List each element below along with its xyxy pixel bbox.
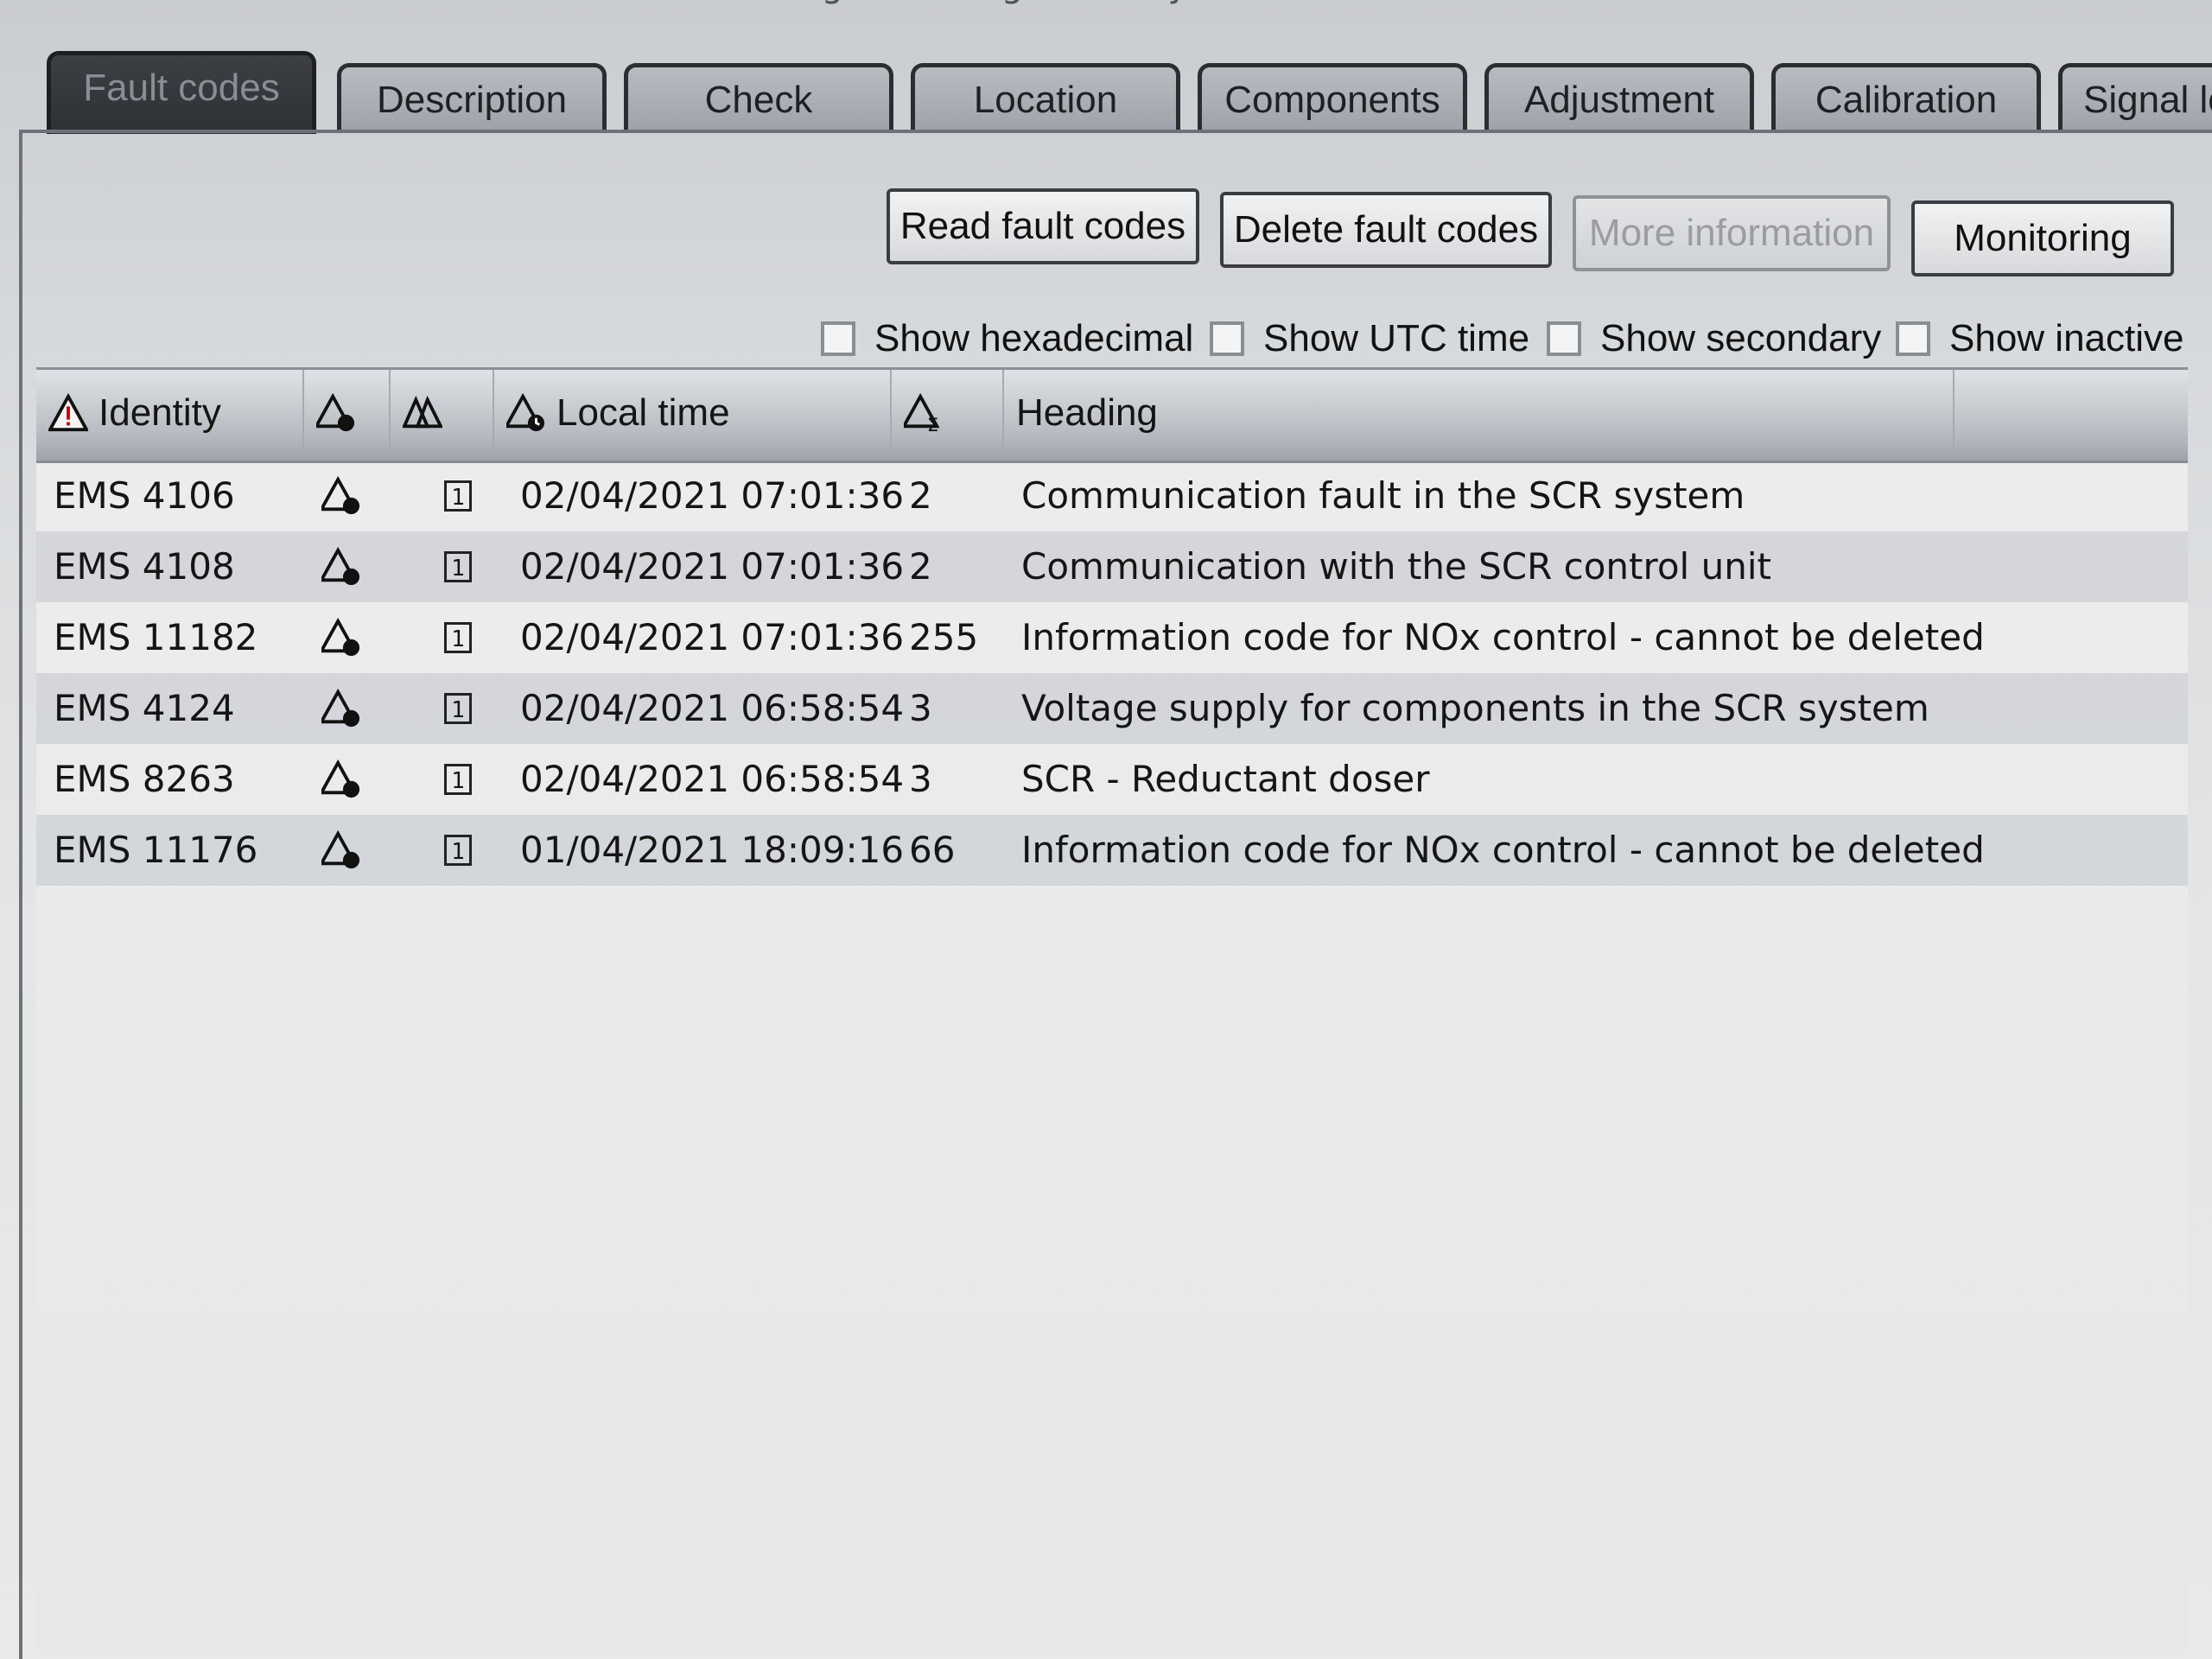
column-header-count[interactable]: Σ: [892, 370, 1004, 456]
tab-adjustment[interactable]: Adjustment: [1484, 63, 1754, 130]
table-row[interactable]: EMS 4108 1 02/04/2021 07:01:36 2 Communi…: [36, 531, 2188, 602]
more-information-button[interactable]: More information: [1573, 195, 1891, 271]
row-heading: Information code for NOx control - canno…: [1021, 829, 1985, 871]
show-utc-time-checkbox[interactable]: [1210, 321, 1244, 356]
active-fault-icon: [321, 618, 361, 658]
table-row[interactable]: EMS 11182 1 02/04/2021 07:01:36 255 Info…: [36, 602, 2188, 673]
table-row[interactable]: EMS 4106 1 02/04/2021 07:01:36 2 Communi…: [36, 461, 2188, 531]
row-local-time: 01/04/2021 18:09:16: [520, 829, 905, 871]
row-identity: EMS 11182: [54, 616, 258, 658]
warning-triangle-icon: [48, 393, 88, 433]
table-row[interactable]: EMS 4124 1 02/04/2021 06:58:54 3 Voltage…: [36, 673, 2188, 744]
heading-header-label: Heading: [1016, 391, 1158, 434]
svg-text:Σ: Σ: [927, 414, 938, 433]
monitoring-button[interactable]: Monitoring: [1911, 200, 2174, 276]
row-identity: EMS 8263: [54, 758, 235, 800]
table-row[interactable]: EMS 8263 1 02/04/2021 06:58:54 3 SCR - R…: [36, 744, 2188, 815]
row-status-cell: 1: [444, 461, 472, 531]
row-count: 3: [909, 758, 932, 800]
fault-code-table: Identity Local time Σ Heading EMS 4106 1…: [36, 367, 2188, 1649]
active-fault-icon: [321, 760, 361, 799]
row-status-cell: 1: [444, 531, 472, 602]
tab-check[interactable]: Check: [624, 63, 893, 130]
tab-components[interactable]: Components: [1198, 63, 1467, 130]
multiple-warnings-icon: [403, 393, 442, 433]
row-status-cell: 1: [444, 744, 472, 815]
warning-sum-icon: Σ: [904, 393, 944, 433]
row-status-icon-cell: [321, 531, 372, 602]
row-local-time: 02/04/2021 06:58:54: [520, 758, 905, 800]
row-status: 1: [444, 835, 472, 866]
row-count: 66: [909, 829, 956, 871]
row-local-time: 02/04/2021 07:01:36: [520, 545, 905, 588]
row-count: 3: [909, 687, 932, 729]
column-header-heading[interactable]: Heading: [1004, 370, 1955, 456]
column-header-local-time[interactable]: Local time: [494, 370, 892, 456]
show-secondary-checkbox[interactable]: [1547, 321, 1581, 356]
row-local-time: 02/04/2021 07:01:36: [520, 474, 905, 517]
row-count: 255: [909, 616, 979, 658]
delete-fault-codes-button[interactable]: Delete fault codes: [1220, 192, 1552, 268]
tab-bar: Fault codes Description Check Location C…: [35, 48, 2212, 134]
show-utc-time-option: Show UTC time: [1210, 313, 1529, 365]
active-fault-icon: [321, 476, 361, 516]
row-heading: SCR - Reductant doser: [1021, 758, 1430, 800]
read-fault-codes-button[interactable]: Read fault codes: [887, 188, 1199, 264]
row-status-icon-cell: [321, 744, 372, 815]
identity-header-label: Identity: [99, 391, 221, 434]
tab-location[interactable]: Location: [911, 63, 1180, 130]
row-status-icon-cell: [321, 602, 372, 673]
active-fault-icon: [321, 830, 361, 870]
warning-status-icon: [316, 393, 356, 433]
active-fault-icon: [321, 689, 361, 728]
tab-description[interactable]: Description: [337, 63, 607, 130]
row-identity: EMS 11176: [54, 829, 258, 871]
warning-clock-icon: [506, 393, 546, 433]
row-identity: EMS 4124: [54, 687, 235, 729]
row-status-icon-cell: [321, 815, 372, 886]
tab-fault-codes[interactable]: Fault codes: [47, 51, 316, 134]
row-identity: EMS 4108: [54, 545, 235, 588]
tab-signal-log[interactable]: Signal log: [2058, 63, 2212, 130]
row-local-time: 02/04/2021 06:58:54: [520, 687, 905, 729]
row-status: 1: [444, 551, 472, 582]
row-status: 1: [444, 764, 472, 795]
row-count: 2: [909, 545, 932, 588]
show-inactive-option: Show inactive: [1896, 313, 2183, 365]
show-hexadecimal-option: Show hexadecimal: [821, 313, 1193, 365]
tab-calibration[interactable]: Calibration: [1771, 63, 2041, 130]
row-heading: Voltage supply for components in the SCR…: [1021, 687, 1929, 729]
show-secondary-option: Show secondary: [1547, 313, 1881, 365]
row-heading: Communication fault in the SCR system: [1021, 474, 1745, 517]
active-fault-icon: [321, 547, 361, 587]
local-time-header-label: Local time: [556, 391, 730, 434]
row-identity: EMS 4106: [54, 474, 235, 517]
row-status-icon-cell: [321, 461, 372, 531]
app-screen: Engine Management System Fault codes Des…: [0, 0, 2212, 1659]
column-header-identity[interactable]: Identity: [36, 370, 304, 456]
row-status-cell: 1: [444, 815, 472, 886]
row-heading: Communication with the SCR control unit: [1021, 545, 1771, 588]
show-inactive-checkbox[interactable]: [1896, 321, 1930, 356]
row-local-time: 02/04/2021 07:01:36: [520, 616, 905, 658]
row-status-cell: 1: [444, 602, 472, 673]
column-header-spare: [1955, 370, 2188, 456]
show-hexadecimal-label: Show hexadecimal: [874, 317, 1194, 359]
window-title: Engine Management System: [778, 0, 1555, 9]
row-status: 1: [444, 622, 472, 653]
table-header: Identity Local time Σ Heading: [36, 370, 2188, 463]
row-status-cell: 1: [444, 673, 472, 744]
column-header-occurrence[interactable]: [391, 370, 494, 456]
show-utc-time-label: Show UTC time: [1263, 317, 1530, 359]
row-status-icon-cell: [321, 673, 372, 744]
column-header-status[interactable]: [304, 370, 391, 456]
show-hexadecimal-checkbox[interactable]: [821, 321, 855, 356]
row-count: 2: [909, 474, 932, 517]
show-secondary-label: Show secondary: [1600, 317, 1882, 359]
table-row[interactable]: EMS 11176 1 01/04/2021 18:09:16 66 Infor…: [36, 815, 2188, 886]
row-heading: Information code for NOx control - canno…: [1021, 616, 1985, 658]
show-inactive-label: Show inactive: [1949, 317, 2184, 359]
row-status: 1: [444, 693, 472, 724]
row-status: 1: [444, 480, 472, 512]
